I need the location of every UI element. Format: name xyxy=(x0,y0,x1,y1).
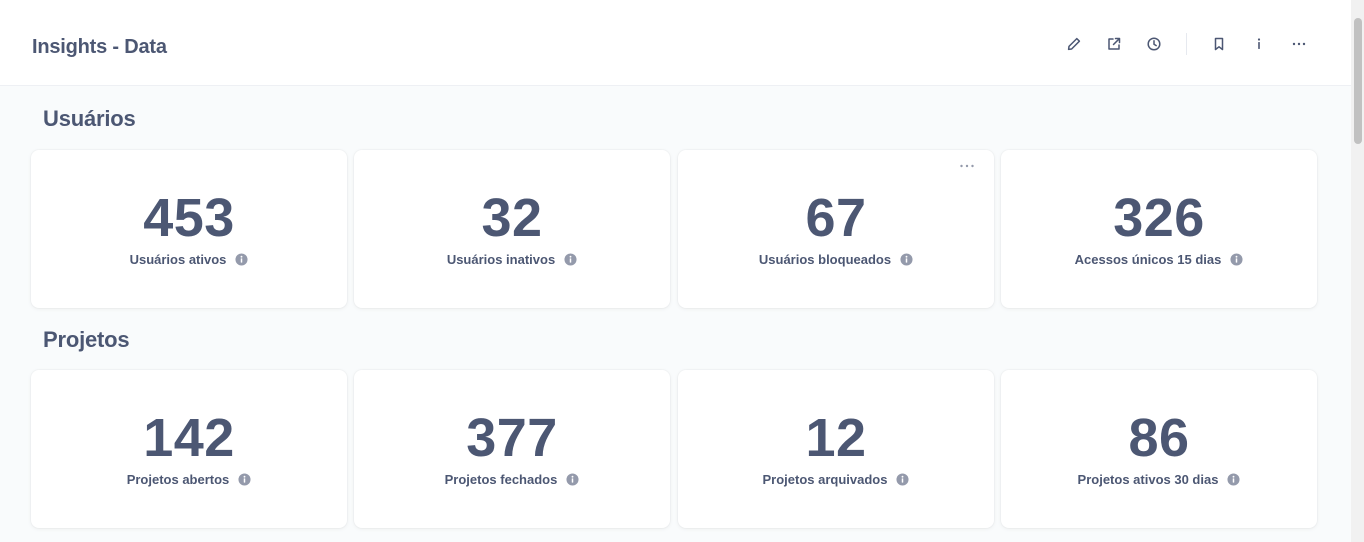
metric-label-row: Projetos abertos xyxy=(31,472,347,487)
header-actions xyxy=(1046,32,1311,56)
info-icon[interactable] xyxy=(238,473,251,486)
metric-value: 453 xyxy=(143,188,235,248)
metric-value: 86 xyxy=(1128,408,1190,468)
info-icon[interactable] xyxy=(900,253,913,266)
metric-card-projetos-arquivados[interactable]: 12 Projetos arquivados xyxy=(678,370,994,528)
history-icon xyxy=(1147,37,1161,51)
header-divider xyxy=(1186,33,1187,55)
metric-value: 326 xyxy=(1113,188,1205,248)
metric-value: 67 xyxy=(805,188,867,248)
info-button[interactable] xyxy=(1247,32,1271,56)
metric-label: Projetos fechados xyxy=(444,472,558,487)
info-icon[interactable] xyxy=(235,253,248,266)
metric-label-row: Usuários inativos xyxy=(354,252,670,267)
metric-card-projetos-abertos[interactable]: 142 Projetos abertos xyxy=(31,370,347,528)
bookmark-icon xyxy=(1214,37,1224,51)
edit-button[interactable] xyxy=(1062,32,1086,56)
share-icon xyxy=(1108,37,1121,50)
info-icon xyxy=(1257,38,1261,49)
dashboard-title: Insights - Data xyxy=(32,36,167,58)
metric-value: 32 xyxy=(481,188,543,248)
dashboard-header: Insights - Data xyxy=(0,0,1351,86)
info-icon[interactable] xyxy=(1227,473,1240,486)
metric-card-acessos-unicos[interactable]: 326 Acessos únicos 15 dias xyxy=(1001,150,1317,308)
share-button[interactable] xyxy=(1102,32,1126,56)
metric-label: Usuários inativos xyxy=(446,252,556,267)
metric-label: Projetos abertos xyxy=(126,472,230,487)
metric-label-row: Usuários ativos xyxy=(31,252,347,267)
more-options-button[interactable] xyxy=(1287,32,1311,56)
metric-label: Projetos arquivados xyxy=(762,472,888,487)
section-title-usuarios: Usuários xyxy=(43,106,136,131)
metric-label-row: Projetos ativos 30 dias xyxy=(1001,472,1317,487)
more-icon xyxy=(1292,42,1306,46)
metric-label: Projetos ativos 30 dias xyxy=(1077,472,1219,487)
info-icon[interactable] xyxy=(566,473,579,486)
metric-card-projetos-fechados[interactable]: 377 Projetos fechados xyxy=(354,370,670,528)
metric-value: 12 xyxy=(805,408,867,468)
metric-value: 377 xyxy=(466,408,558,468)
metric-label: Usuários bloqueados xyxy=(758,252,892,267)
history-button[interactable] xyxy=(1142,32,1166,56)
info-icon[interactable] xyxy=(1230,253,1243,266)
dashboard-app: Insights - Data Usuários 453 Usuários at… xyxy=(0,0,1364,542)
edit-icon xyxy=(1067,37,1081,51)
scrollbar-thumb[interactable] xyxy=(1354,18,1362,144)
metric-label-row: Acessos únicos 15 dias xyxy=(1001,252,1317,267)
metric-card-usuarios-bloqueados[interactable]: 67 Usuários bloqueados xyxy=(678,150,994,308)
card-more-icon[interactable] xyxy=(958,158,976,174)
metric-label-row: Projetos arquivados xyxy=(678,472,994,487)
info-icon[interactable] xyxy=(896,473,910,486)
section-title-projetos: Projetos xyxy=(43,327,130,352)
metric-card-usuarios-inativos[interactable]: 32 Usuários inativos xyxy=(354,150,670,308)
metric-label-row: Projetos fechados xyxy=(354,472,670,487)
bookmark-button[interactable] xyxy=(1207,32,1231,56)
metric-label-row: Usuários bloqueados xyxy=(678,252,994,267)
vertical-scrollbar[interactable] xyxy=(1351,0,1364,542)
dashboard-content: Usuários 453 Usuários ativos 32 Usuários… xyxy=(0,86,1351,542)
metric-value: 142 xyxy=(143,408,235,468)
info-icon[interactable] xyxy=(564,253,577,266)
metric-card-usuarios-ativos[interactable]: 453 Usuários ativos xyxy=(31,150,347,308)
metric-label: Usuários ativos xyxy=(129,252,227,267)
metric-card-projetos-ativos-30-dias[interactable]: 86 Projetos ativos 30 dias xyxy=(1001,370,1317,528)
metric-label: Acessos únicos 15 dias xyxy=(1074,252,1222,267)
